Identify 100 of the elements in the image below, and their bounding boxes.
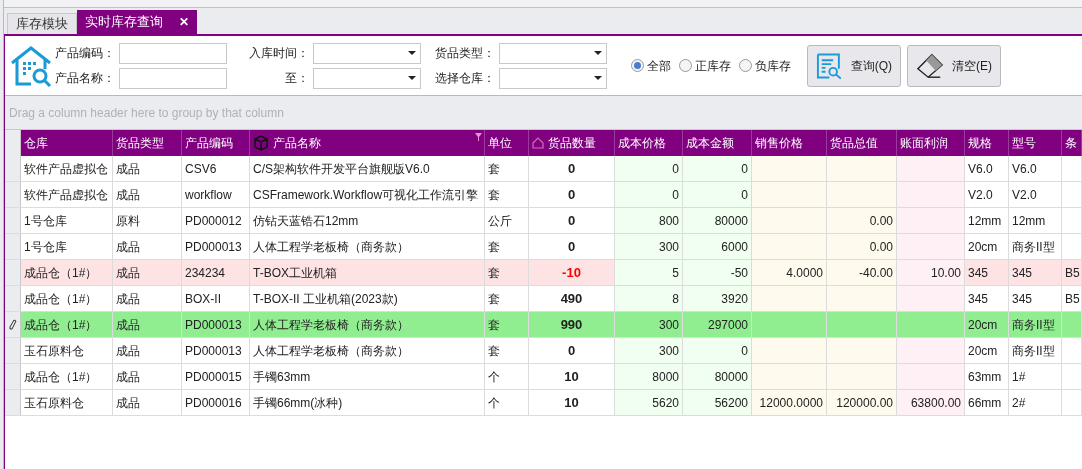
close-icon[interactable]: ✕	[179, 13, 189, 31]
table-cell: CSFramework.Workflow可视化工作流引擎	[250, 182, 485, 207]
table-cell: B5	[1062, 260, 1082, 285]
table-cell: 8	[615, 286, 683, 311]
filter-icon[interactable]	[475, 133, 482, 141]
table-cell: 12mm	[965, 208, 1009, 233]
table-cell: T-BOX-II 工业机箱(2023款)	[250, 286, 485, 311]
table-cell: 套	[485, 260, 529, 285]
table-cell: 20cm	[965, 338, 1009, 363]
table-cell: 商务II型	[1009, 234, 1062, 259]
input-field[interactable]	[119, 67, 227, 89]
table-cell: 6000	[683, 234, 752, 259]
table-cell: 成品仓（1#）	[21, 364, 113, 389]
row-indicator[interactable]	[5, 312, 21, 337]
table-cell	[897, 182, 965, 207]
table-cell: 套	[485, 182, 529, 207]
table-cell: PD000012	[182, 208, 250, 233]
dropdown-caret-icon	[408, 51, 416, 55]
table-cell: 成品	[113, 390, 182, 415]
table-cell	[897, 338, 965, 363]
dropdown-caret-icon	[408, 76, 416, 80]
field-label: 产品编码：	[54, 45, 115, 62]
table-cell: PD000016	[182, 390, 250, 415]
table-cell: PD000013	[182, 234, 250, 259]
dropdown-caret-icon	[594, 76, 602, 80]
table-cell: 玉石原料仓	[21, 338, 113, 363]
table-cell: 0.00	[827, 208, 897, 233]
dropdown-field[interactable]	[499, 42, 607, 64]
table-row[interactable]: 玉石原料仓 成品 PD000013 人体工程学老板椅（商务款） 套 0 300 0 20cm 商务II型	[5, 338, 1082, 364]
table-cell	[827, 286, 897, 311]
table-cell: 80000	[683, 208, 752, 233]
table-cell: 成品	[113, 182, 182, 207]
table-cell: 20cm	[965, 234, 1009, 259]
table-cell: workflow	[182, 182, 250, 207]
table-cell: 66mm	[965, 390, 1009, 415]
table-cell: 12000.0000	[752, 390, 827, 415]
table-cell: V2.0	[1009, 182, 1062, 207]
table-cell: 345	[1009, 260, 1062, 285]
table-row[interactable]: 成品仓（1#） 成品 234234 T-BOX工业机箱 套 -10 5 -50 4.0000 -40.00 10.00 345 345 B5	[5, 260, 1082, 286]
table-cell: BOX-II	[182, 286, 250, 311]
input-field[interactable]	[119, 42, 227, 64]
table-cell: T-BOX工业机箱	[250, 260, 485, 285]
table-cell: PD000013	[182, 312, 250, 337]
dropdown-field[interactable]	[313, 42, 421, 64]
table-cell: 345	[965, 286, 1009, 311]
table-cell	[827, 182, 897, 207]
table-row[interactable]: 1号仓库 原料 PD000012 仿钻天蓝锆石12mm 公斤 0 800 80000 0.00 12mm 12mm	[5, 208, 1082, 234]
table-cell	[827, 156, 897, 181]
table-cell: 80000	[683, 364, 752, 389]
table-cell: 成品	[113, 286, 182, 311]
table-cell: 2#	[1009, 390, 1062, 415]
table-cell: 300	[615, 338, 683, 363]
table-cell: 0	[615, 182, 683, 207]
table-row[interactable]: 软件产品虚拟仓 成品 CSV6 C/S架构软件开发平台旗舰版V6.0 套 0 0 0 V6.0 V6.0	[5, 156, 1082, 182]
eraser-icon	[916, 51, 944, 80]
table-cell: CSV6	[182, 156, 250, 181]
table-cell: V2.0	[965, 182, 1009, 207]
radio-option[interactable]: 正库存	[679, 56, 731, 75]
table-cell: 手镯63mm	[250, 364, 485, 389]
table-cell: 300	[615, 234, 683, 259]
table-cell: 1号仓库	[21, 208, 113, 233]
table-cell: V6.0	[1009, 156, 1062, 181]
table-cell: 个	[485, 364, 529, 389]
table-cell: 玉石原料仓	[21, 390, 113, 415]
dropdown-caret-icon	[594, 51, 602, 55]
table-cell: 5620	[615, 390, 683, 415]
dropdown-field[interactable]	[313, 67, 421, 89]
table-cell: 63800.00	[897, 390, 965, 415]
table-cell: 套	[485, 286, 529, 311]
table-cell: 20cm	[965, 312, 1009, 337]
box-icon	[253, 135, 269, 151]
table-row[interactable]: 玉石原料仓 成品 PD000016 手镯66mm(冰种) 个 10 5620 56200 12000.0000 120000.00 63800.00 66mm 2#	[5, 390, 1082, 416]
toolbar-button[interactable]: 查询(Q)	[807, 44, 901, 87]
table-cell: 原料	[113, 208, 182, 233]
report-search-icon	[816, 51, 843, 80]
field-label: 至：	[284, 70, 309, 87]
table-cell: 套	[485, 234, 529, 259]
table-cell: PD000013	[182, 338, 250, 363]
table-cell: 公斤	[485, 208, 529, 233]
table-cell: 人体工程学老板椅（商务款）	[250, 338, 485, 363]
table-cell: 0.00	[827, 234, 897, 259]
table-cell: 234234	[182, 260, 250, 285]
tab[interactable]: 库存模块	[7, 13, 77, 34]
radio-option[interactable]: 全部	[631, 56, 671, 75]
table-cell: 个	[485, 390, 529, 415]
radio-option[interactable]: 负库存	[739, 56, 791, 75]
table-cell	[827, 364, 897, 389]
tab[interactable]: 实时库存查询 ✕	[77, 10, 197, 34]
table-cell: 345	[965, 260, 1009, 285]
table-row[interactable]: 成品仓（1#） 成品 PD000013 人体工程学老板椅（商务款） 套 990 300 297000 20cm 商务II型	[5, 312, 1082, 338]
table-row[interactable]: 1号仓库 成品 PD000013 人体工程学老板椅（商务款） 套 0 300 6000 0.00 20cm 商务II型	[5, 234, 1082, 260]
field-label: 入库时间：	[248, 45, 309, 62]
table-cell: 0	[683, 156, 752, 181]
table-cell: 3920	[683, 286, 752, 311]
table-row[interactable]: 成品仓（1#） 成品 PD000015 手镯63mm 个 10 8000 80000 63mm 1#	[5, 364, 1082, 390]
table-row[interactable]: 软件产品虚拟仓 成品 workflow CSFramework.Workflow可视化工作流引擎 套 0 0 0 V2.0 V2.0	[5, 182, 1082, 208]
table-cell: 63mm	[965, 364, 1009, 389]
toolbar-button[interactable]: 清空(E)	[907, 44, 1001, 87]
table-row[interactable]: 成品仓（1#） 成品 BOX-II T-BOX-II 工业机箱(2023款) 套 490 8 3920 345 345 B5	[5, 286, 1082, 312]
dropdown-field[interactable]	[499, 67, 607, 89]
